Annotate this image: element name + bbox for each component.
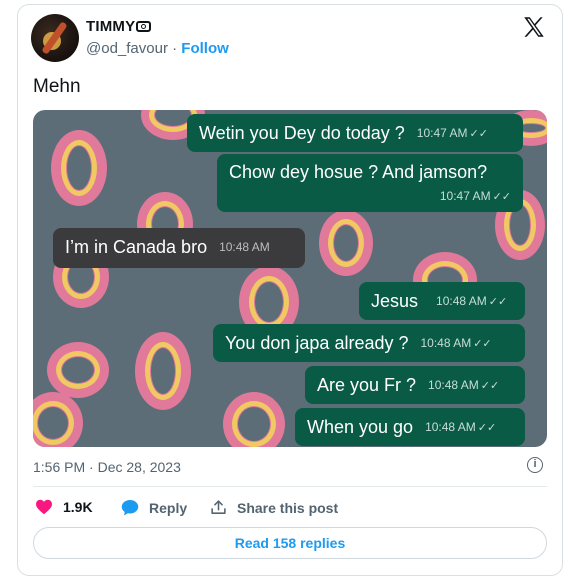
- separator-dot: ·: [172, 40, 178, 57]
- donut-wallpaper: [33, 392, 83, 447]
- message-time: 10:48 AM: [425, 420, 476, 435]
- chat-message-outgoing[interactable]: You don japa already ? 10:48 AM ✓✓: [213, 324, 525, 362]
- avatar[interactable]: [31, 14, 79, 62]
- message-text: Wetin you Dey do today ?: [199, 122, 405, 143]
- author-handle-row: @od_favour · Follow: [86, 40, 229, 57]
- read-receipt-icon: ✓✓: [488, 296, 508, 309]
- message-time: 10:48 AM: [420, 336, 472, 351]
- like-button[interactable]: 1.9K: [35, 499, 93, 515]
- follow-button[interactable]: Follow: [181, 40, 229, 57]
- author-name[interactable]: TIMMY: [86, 18, 152, 35]
- chat-message-outgoing[interactable]: Are you Fr ? 10:48 AM ✓✓: [305, 366, 525, 404]
- author-handle[interactable]: @od_favour: [86, 40, 168, 57]
- donut-wallpaper: [51, 130, 107, 206]
- donut-wallpaper: [223, 392, 285, 447]
- divider: [33, 486, 547, 487]
- message-time: 10:48 AM: [428, 378, 479, 393]
- read-receipt-icon: ✓✓: [473, 338, 492, 351]
- chat-screenshot[interactable]: Wetin you Dey do today ? 10:47 AM ✓✓ Chow …: [33, 110, 547, 447]
- message-text: Chow dey hosue ? And jamson?: [229, 161, 488, 182]
- donut-wallpaper: [47, 342, 109, 398]
- message-time: 10:48 AM: [219, 240, 270, 255]
- read-receipt-icon: ✓✓: [492, 191, 511, 203]
- chat-message-incoming[interactable]: I’m in Canada bro 10:48 AM: [53, 228, 305, 268]
- message-time: 10:47 AM: [439, 189, 491, 203]
- tweet-timestamp[interactable]: 1:56 PM · Dec 28, 2023: [33, 459, 181, 475]
- donut-wallpaper: [319, 210, 373, 276]
- read-receipt-icon: ✓✓: [477, 422, 497, 435]
- message-text: Are you Fr ?: [317, 374, 417, 395]
- read-receipt-icon: ✓✓: [469, 128, 488, 141]
- share-button[interactable]: Share this post: [210, 499, 338, 516]
- message-time: 10:47 AM: [416, 126, 468, 141]
- reply-bubble-icon: [121, 500, 139, 516]
- display-name[interactable]: TIMMY: [86, 18, 135, 35]
- reply-button[interactable]: Reply: [121, 499, 187, 516]
- message-time: 10:48 AM: [436, 294, 487, 309]
- like-count: 1.9K: [63, 499, 93, 515]
- chat-message-outgoing[interactable]: When you go 10:48 AM ✓✓: [295, 408, 525, 446]
- info-icon[interactable]: i: [527, 457, 543, 473]
- message-text: I’m in Canada bro: [65, 236, 208, 257]
- camera-icon: [136, 21, 152, 32]
- share-icon: [211, 500, 226, 514]
- tweet-text: Mehn: [33, 76, 81, 97]
- message-text: You don japa already ?: [225, 332, 409, 353]
- heart-icon: [36, 499, 52, 515]
- read-receipt-icon: ✓✓: [480, 380, 500, 393]
- reply-label: Reply: [149, 499, 188, 516]
- donut-wallpaper: [135, 332, 191, 410]
- message-text: When you go: [307, 416, 414, 437]
- chat-message-outgoing[interactable]: Jesus 10:48 AM ✓✓: [359, 282, 525, 320]
- x-logo-icon[interactable]: [521, 14, 547, 40]
- chat-message-outgoing[interactable]: Wetin you Dey do today ? 10:47 AM ✓✓: [187, 114, 523, 152]
- message-text: Jesus: [371, 290, 419, 311]
- read-replies-button[interactable]: Read 158 replies: [33, 527, 547, 559]
- chat-message-outgoing[interactable]: Chow dey hosue ? And jamson? 10:47 AM ✓✓: [217, 154, 523, 212]
- share-label: Share this post: [237, 499, 339, 516]
